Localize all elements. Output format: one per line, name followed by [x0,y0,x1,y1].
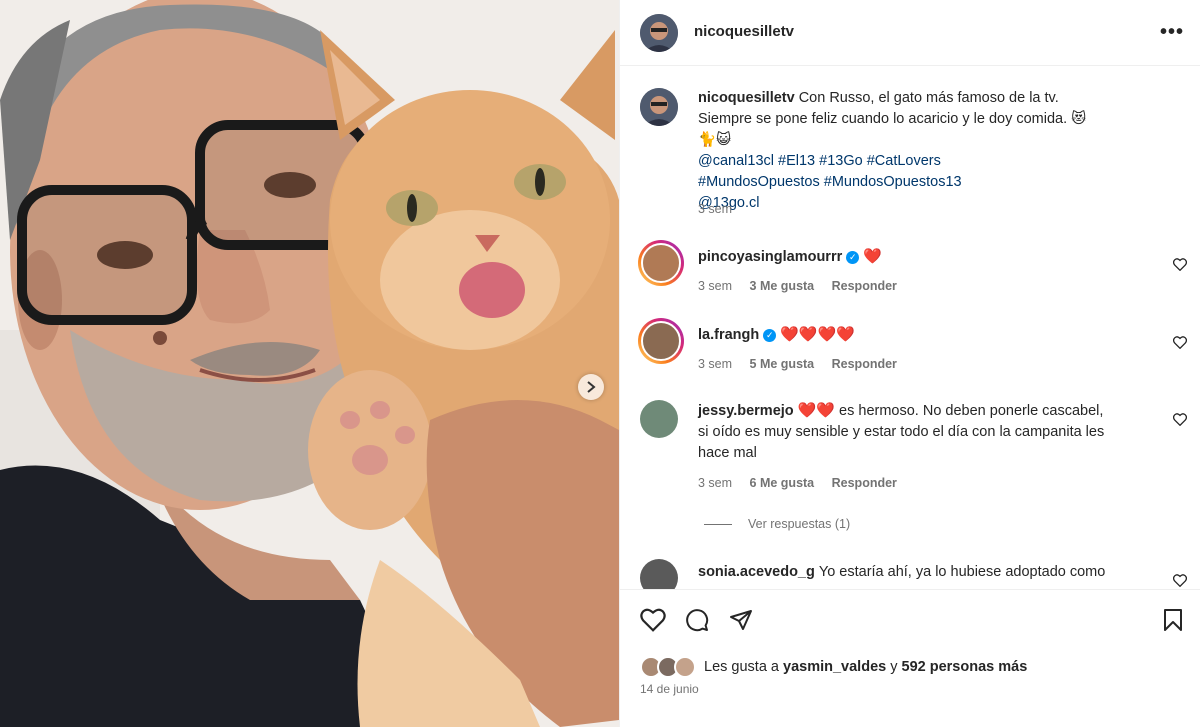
next-image-button[interactable] [578,374,604,400]
caption-time: 3 sem [698,202,733,216]
likes-count[interactable]: 592 personas más [902,659,1028,675]
action-icons [640,608,754,632]
verified-badge-icon: ✓ [763,329,777,342]
comment-time: 3 sem [698,357,733,371]
likes-middle: y [890,659,898,675]
reply-button[interactable]: Responder [832,476,897,490]
post-actions: Les gusta a yasmin_valdes y 592 personas… [620,589,1200,727]
comment-meta: 3 sem 5 Me gusta Responder [698,357,911,371]
likes-prefix: Les gusta a [704,659,779,675]
caption-meta: 3 sem [698,202,746,216]
view-replies-button[interactable]: Ver respuestas (1) [704,517,850,531]
avatar[interactable] [640,559,678,589]
man-and-cat-image [0,0,619,727]
comment-text: Yo estaría ahí, ya lo hubiese adoptado c… [818,564,1106,580]
liker-avatars [640,656,698,678]
view-replies-label: Ver respuestas (1) [748,517,851,531]
likes-summary[interactable]: Les gusta a yasmin_valdes y 592 personas… [640,656,1027,678]
post-author-username[interactable]: nicoquesilletv [694,23,794,40]
comment-likes[interactable]: 5 Me gusta [750,357,815,371]
comment-text: ❤️ [863,248,882,265]
avatar [641,321,681,361]
avatar[interactable] [640,14,678,52]
hashtag-link[interactable]: #MundosOpuestos13 [824,174,962,190]
hashtag-link[interactable]: #El13 [778,153,815,169]
comment-time: 3 sem [698,476,733,490]
more-horizontal-icon[interactable]: ••• [1160,22,1184,42]
story-avatar[interactable] [638,318,684,364]
post-side-panel: nicoquesilletv ••• nicoquesilletv Con Rus… [619,0,1200,727]
post-date[interactable]: 14 de junio [640,682,699,696]
avatar [641,243,681,283]
like-comment-heart-icon[interactable] [1173,574,1187,587]
like-comment-heart-icon[interactable] [1173,413,1187,426]
comment-time: 3 sem [698,279,733,293]
user-avatar-image [640,14,678,52]
comment-username[interactable]: pincoyasinglamourrr [698,249,842,265]
hashtag-link[interactable]: #13Go [819,153,863,169]
comment-icon[interactable] [684,608,710,632]
comment-likes[interactable]: 6 Me gusta [750,476,815,490]
bookmark-icon[interactable] [1162,608,1184,632]
like-comment-heart-icon[interactable] [1173,258,1187,271]
reply-button[interactable]: Responder [832,357,897,371]
reply-button[interactable]: Responder [832,279,897,293]
avatar[interactable] [640,88,678,126]
avatar [674,656,696,678]
comment-hearts: ❤️❤️ [797,402,836,419]
story-avatar[interactable] [638,240,684,286]
comment-username[interactable]: sonia.acevedo_g [698,564,815,580]
hashtag-link[interactable]: #MundosOpuestos [698,174,820,190]
like-comment-heart-icon[interactable] [1173,336,1187,349]
comment-text: ❤️❤️❤️❤️ [780,326,855,343]
divider [704,524,732,526]
user-avatar-image [640,88,678,126]
caption-username[interactable]: nicoquesilletv [698,90,795,106]
comment-meta: 3 sem 3 Me gusta Responder [698,279,911,293]
send-icon[interactable] [728,608,754,632]
avatar[interactable] [640,400,678,438]
hashtag-link[interactable]: #CatLovers [867,153,941,169]
comment-likes[interactable]: 3 Me gusta [750,279,815,293]
comment-meta: 3 sem 6 Me gusta Responder [698,476,911,490]
mention-link[interactable]: @canal13cl [698,153,774,169]
heart-outline-icon[interactable] [640,608,666,632]
liker-username[interactable]: yasmin_valdes [783,659,886,675]
comment-username[interactable]: jessy.bermejo [698,403,794,419]
post-header: nicoquesilletv ••• [620,0,1200,66]
chevron-right-icon [587,381,596,393]
verified-badge-icon: ✓ [846,251,860,264]
comments-list[interactable]: nicoquesilletv Con Russo, el gato más fam… [620,67,1200,589]
post-photo[interactable] [0,0,619,727]
comment-username[interactable]: la.frangh [698,327,759,343]
